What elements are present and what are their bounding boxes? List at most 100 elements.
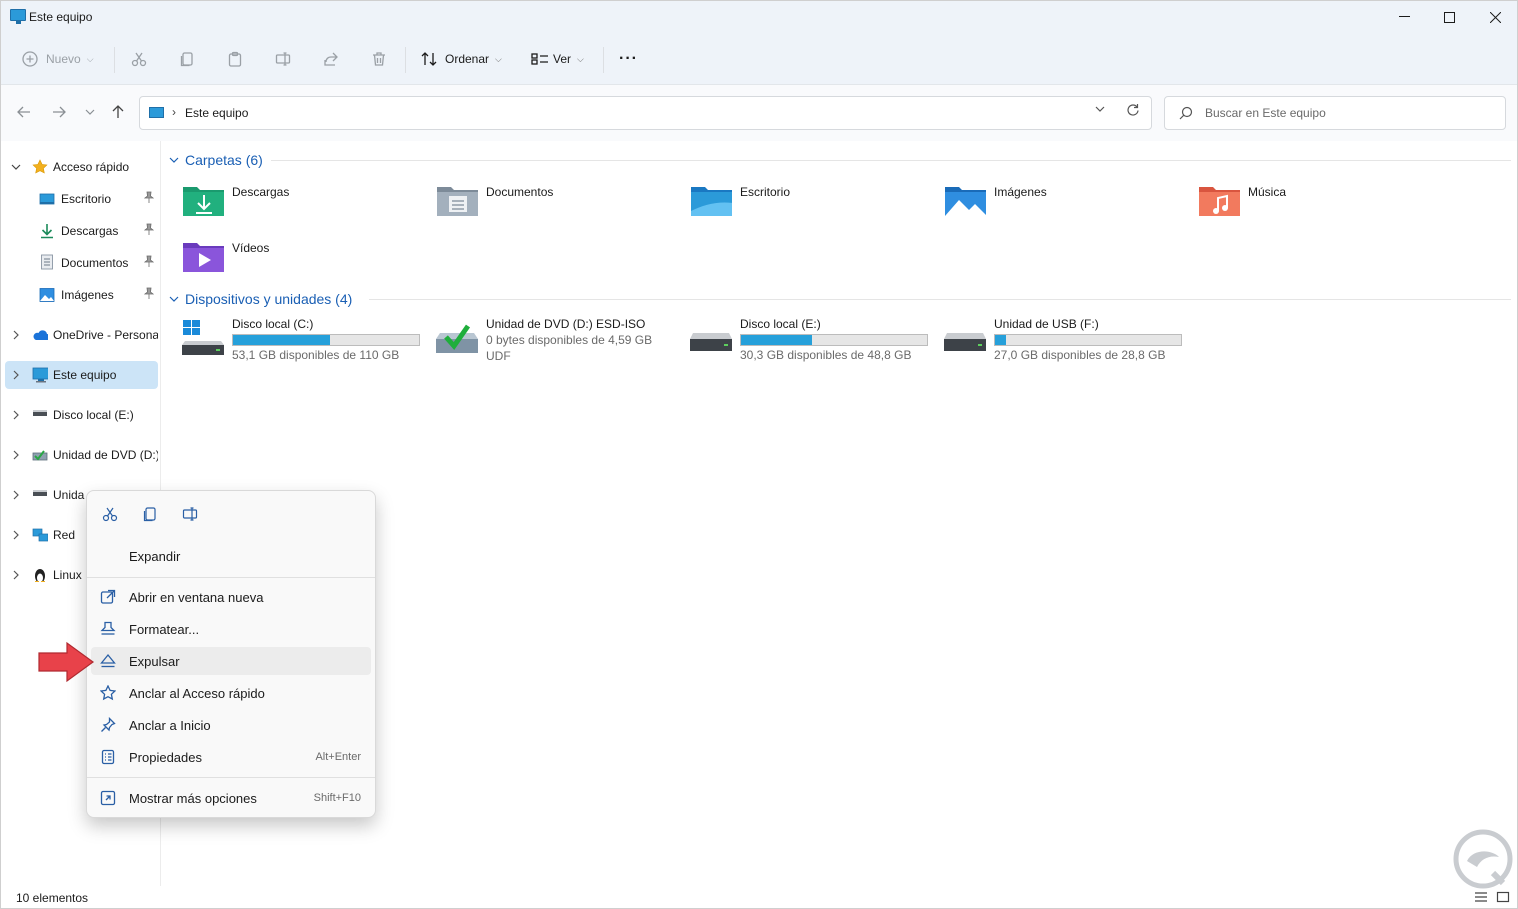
sidebar-item-label: Documentos <box>61 256 129 270</box>
arrow-right-icon <box>53 106 66 118</box>
folder-documents[interactable]: Documentos <box>436 181 686 229</box>
delete-button[interactable] <box>371 47 387 71</box>
rename-icon <box>182 507 198 521</box>
back-button[interactable] <box>15 103 33 121</box>
sidebar-item-label: Imágenes <box>61 288 114 302</box>
scissors-icon <box>102 507 118 522</box>
drive-f-usb[interactable]: Unidad de USB (F:) 27,0 GB disponibles d… <box>944 317 1194 371</box>
open-new-window-icon <box>100 589 116 605</box>
sidebar-item-this-pc[interactable]: Este equipo <box>5 361 158 389</box>
sidebar-item-downloads[interactable]: Descargas <box>5 217 158 245</box>
paste-icon <box>228 51 242 67</box>
more-options-button[interactable]: ··· <box>619 47 638 71</box>
pictures-folder-icon <box>945 187 986 216</box>
drives-group-header[interactable]: Dispositivos y unidades (4) <box>169 291 352 307</box>
rename-button[interactable] <box>275 47 291 71</box>
sidebar-item-quick-access[interactable]: Acceso rápido <box>5 153 158 181</box>
menu-item-format[interactable]: Formatear... <box>91 615 371 643</box>
drive-free-space: 30,3 GB disponibles de 48,8 GB <box>740 348 912 362</box>
menu-item-pin-start[interactable]: Anclar a Inicio <box>91 711 371 739</box>
menu-item-pin-quick-access[interactable]: Anclar al Acceso rápido <box>91 679 371 707</box>
menu-item-expand[interactable]: Expandir <box>91 542 371 570</box>
sidebar-item-label: Descargas <box>61 224 119 238</box>
chevron-down-icon <box>169 157 179 163</box>
drive-e[interactable]: Disco local (E:) 30,3 GB disponibles de … <box>690 317 940 371</box>
view-button[interactable]: Ver ⌵ <box>531 47 584 71</box>
sidebar-item-dvd-drive[interactable]: Unidad de DVD (D:) <box>5 441 158 469</box>
usb-drive-icon <box>944 333 986 351</box>
folder-videos[interactable]: Vídeos <box>182 237 432 285</box>
ctx-cut-button[interactable] <box>98 503 122 525</box>
drive-d-dvd[interactable]: Unidad de DVD (D:) ESD-ISO 0 bytes dispo… <box>436 317 686 371</box>
drive-usage-bar <box>232 334 420 346</box>
new-button[interactable]: Nuevo ⌵ <box>22 47 94 71</box>
group-divider <box>271 160 1511 161</box>
folders-group-header[interactable]: Carpetas (6) <box>169 152 263 168</box>
pin-icon <box>144 191 154 203</box>
menu-item-label: Expandir <box>129 549 181 564</box>
copy-icon <box>143 507 156 522</box>
folder-name: Escritorio <box>740 185 791 199</box>
sidebar-item-onedrive[interactable]: OneDrive - Personal <box>5 321 158 349</box>
menu-item-label: Mostrar más opciones <box>129 791 257 806</box>
trash-icon <box>373 52 385 66</box>
drive-usage-fill <box>741 335 812 345</box>
close-button[interactable] <box>1472 1 1518 33</box>
search-box[interactable]: Buscar en Este equipo <box>1164 96 1506 130</box>
sidebar-item-local-disk-e[interactable]: Disco local (E:) <box>5 401 158 429</box>
menu-item-label: Anclar a Inicio <box>129 718 211 733</box>
drive-filesystem: UDF <box>486 349 511 363</box>
pictures-icon <box>39 288 55 302</box>
menu-item-show-more-options[interactable]: Mostrar más opciones Shift+F10 <box>91 784 371 812</box>
close-icon <box>1489 11 1501 23</box>
pin-icon <box>100 716 116 733</box>
menu-item-label: Expulsar <box>129 654 180 669</box>
drive-usage-fill <box>995 335 1007 345</box>
sidebar-item-label: Red <box>53 528 76 542</box>
drive-c[interactable]: Disco local (C:) 53,1 GB disponibles de … <box>182 317 432 371</box>
sidebar-item-desktop[interactable]: Escritorio <box>5 185 158 213</box>
linux-icon <box>35 569 45 582</box>
sort-button[interactable]: Ordenar ⌵ <box>421 47 502 71</box>
forward-button[interactable] <box>50 103 68 121</box>
drive-icon <box>33 490 47 496</box>
sidebar-item-label: Acceso rápido <box>53 160 130 174</box>
drive-free-space: 53,1 GB disponibles de 110 GB <box>232 348 400 362</box>
share-button[interactable] <box>323 47 339 71</box>
cut-button[interactable] <box>131 47 147 71</box>
breadcrumb-item[interactable]: Este equipo <box>185 106 248 120</box>
folder-desktop[interactable]: Escritorio <box>690 181 940 229</box>
properties-icon <box>100 749 116 765</box>
up-button[interactable] <box>109 103 127 121</box>
chevron-down-icon <box>11 164 21 170</box>
ctx-rename-button[interactable] <box>178 503 202 525</box>
drive-name: Disco local (E:) <box>740 317 821 331</box>
menu-item-properties[interactable]: Propiedades Alt+Enter <box>91 743 371 771</box>
menu-item-eject[interactable]: Expulsar <box>91 647 371 675</box>
drive-usage-bar <box>740 334 928 346</box>
maximize-icon <box>1443 11 1455 23</box>
folder-music[interactable]: Música <box>1198 181 1448 229</box>
refresh-button[interactable] <box>1126 103 1139 119</box>
format-icon <box>100 621 116 637</box>
menu-item-shortcut: Alt+Enter <box>315 751 361 763</box>
desktop-folder-icon <box>691 187 732 216</box>
copy-button[interactable] <box>179 47 195 71</box>
paste-button[interactable] <box>227 47 243 71</box>
sidebar-item-pictures[interactable]: Imágenes <box>5 281 158 309</box>
address-bar[interactable]: › Este equipo <box>139 96 1152 130</box>
ctx-copy-button[interactable] <box>138 503 162 525</box>
menu-item-open-new-window[interactable]: Abrir en ventana nueva <box>91 583 371 611</box>
recent-locations-button[interactable] <box>81 103 99 121</box>
folder-pictures[interactable]: Imágenes <box>944 181 1194 229</box>
address-dropdown-button[interactable] <box>1095 103 1105 115</box>
minimize-button[interactable] <box>1381 1 1427 33</box>
plus-circle-icon <box>22 51 38 67</box>
minimize-icon <box>1398 16 1410 17</box>
menu-item-label: Abrir en ventana nueva <box>129 590 264 605</box>
command-bar: Nuevo ⌵ Ordenar ⌵ Ver ⌵ ··· <box>1 33 1517 85</box>
onedrive-icon <box>33 330 48 340</box>
folder-downloads[interactable]: Descargas <box>182 181 432 229</box>
sidebar-item-documents[interactable]: Documentos <box>5 249 158 277</box>
maximize-button[interactable] <box>1426 1 1472 33</box>
